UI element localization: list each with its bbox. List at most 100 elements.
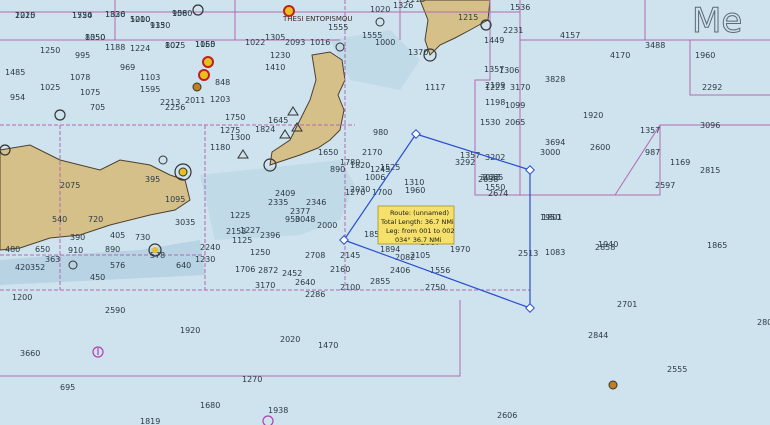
depth-sounding: 1940 [598, 240, 618, 249]
depth-sounding: 848 [215, 78, 230, 87]
depth-sounding: 420 [15, 263, 30, 272]
depth-sounding: 3488 [645, 41, 665, 50]
tooltip-total-length: Total Length: 36.7 NMi [380, 218, 454, 226]
depth-sounding: 1530 [480, 118, 500, 127]
depth-sounding: 1016 [310, 38, 330, 47]
tooltip-route-name: Route: (unnamed) [390, 209, 449, 217]
depth-sounding: 3000 [540, 148, 560, 157]
depth-sounding: 2452 [282, 269, 302, 278]
depth-sounding: 1022 [245, 38, 265, 47]
depth-sounding: 1117 [425, 83, 445, 92]
depth-sounding: 2800 [757, 318, 770, 327]
depth-sounding: 352 [30, 263, 45, 272]
depth-sounding: 1125 [232, 236, 252, 245]
depth-sounding: 1970 [450, 245, 470, 254]
depth-sounding: 1113 [405, 0, 425, 4]
depth-sounding: 1103 [140, 73, 160, 82]
depth-sounding: 2640 [295, 278, 315, 287]
depth-sounding: 3096 [700, 121, 720, 130]
depth-sounding: 2109 [485, 81, 505, 90]
depth-sounding: 2597 [655, 181, 675, 190]
depth-sounding: 1485 [5, 68, 25, 77]
depth-sounding: 1250 [250, 248, 270, 257]
depth-sounding: 5000 [130, 15, 150, 24]
depth-sounding: 1099 [505, 101, 525, 110]
depth-sounding: 2286 [305, 290, 325, 299]
buoy-icon [608, 380, 618, 390]
depth-sounding: 695 [60, 383, 75, 392]
depth-sounding: 1025 [40, 83, 60, 92]
depth-sounding: 1819 [140, 417, 160, 425]
depth-sounding: 1075 [165, 41, 185, 50]
depth-sounding: 405 [110, 231, 125, 240]
depth-sounding: 2093 [285, 38, 305, 47]
depth-sounding: 1470 [318, 341, 338, 350]
depth-sounding: 1169 [670, 158, 690, 167]
tooltip-leg: Leg: from 001 to 002 [386, 227, 455, 235]
depth-sounding: 933 [150, 21, 165, 30]
depth-sounding: 1357 [460, 151, 480, 160]
depth-sounding: 1750 [225, 113, 245, 122]
depth-sounding: 720 [88, 215, 103, 224]
depth-sounding: 1938 [268, 406, 288, 415]
depth-sounding: 3170 [255, 281, 275, 290]
depth-sounding: 2606 [497, 411, 517, 420]
depth-sounding: 1449 [484, 36, 504, 45]
depth-sounding: 1180 [210, 143, 230, 152]
depth-sounding: 1960 [405, 186, 425, 195]
depth-sounding: 1078 [70, 73, 90, 82]
depth-sounding: 2030 [350, 185, 370, 194]
depth-sounding: 1224 [130, 44, 150, 53]
depth-sounding: 1960 [695, 51, 715, 60]
depth-sounding: 3694 [545, 138, 565, 147]
depth-sounding: 1410 [265, 63, 285, 72]
depth-sounding: 3035 [175, 218, 195, 227]
depth-sounding: 3828 [545, 75, 565, 84]
depth-sounding: 2701 [617, 300, 637, 309]
depth-sounding: 1198 [485, 98, 505, 107]
chart-viewport[interactable]: 1015 1554 1336 1210 1150 958 1350 802 1155 1188 99… [0, 0, 770, 425]
light-icon [198, 69, 210, 81]
depth-sounding: 980 [373, 128, 388, 137]
depth-sounding: 576 [110, 261, 125, 270]
depth-sounding: 2815 [700, 166, 720, 175]
depth-sounding: 650 [35, 245, 50, 254]
depth-sounding: 1230 [270, 51, 290, 60]
depth-sounding: 2555 [667, 365, 687, 374]
depth-sounding: 2513 [518, 249, 538, 258]
depth-sounding: 2213 [160, 98, 180, 107]
depth-sounding: 1536 [510, 3, 530, 12]
depth-sounding: 480 [5, 245, 20, 254]
region-label: Me [692, 1, 742, 41]
depth-sounding: 2100 [340, 283, 360, 292]
light-icon [202, 56, 214, 68]
depth-sounding: 1270 [242, 375, 262, 384]
depth-sounding: 1720 [72, 11, 92, 20]
depth-sounding: 2335 [268, 198, 288, 207]
depth-sounding: 1556 [430, 266, 450, 275]
depth-sounding: 2170 [362, 148, 382, 157]
depth-sounding: 1555 [328, 23, 348, 32]
depth-sounding: 2011 [185, 96, 205, 105]
depth-sounding: 1357 [640, 126, 660, 135]
depth-sounding: 4170 [610, 51, 630, 60]
depth-sounding: 730 [135, 233, 150, 242]
depth-sounding: 8050 [85, 33, 105, 42]
depth-sounding: 1200 [12, 293, 32, 302]
depth-sounding: 1188 [105, 43, 125, 52]
depth-sounding: 2065 [505, 118, 525, 127]
light-icon [283, 5, 295, 17]
depth-sounding: 2145 [340, 251, 360, 260]
depth-sounding: 1305 [265, 33, 285, 42]
depth-sounding: 1801 [542, 213, 562, 222]
depth-sounding: 2292 [702, 83, 722, 92]
depth-sounding: 2396 [260, 231, 280, 240]
depth-sounding: 1083 [545, 248, 565, 257]
depth-sounding: 2153 [226, 227, 246, 236]
depth-sounding: 2406 [390, 266, 410, 275]
depth-sounding: 1203 [210, 95, 230, 104]
depth-sounding: 2160 [330, 265, 350, 274]
depth-sounding: 1680 [200, 401, 220, 410]
depth-sounding: 2240 [200, 243, 220, 252]
depth-sounding: 1824 [255, 125, 275, 134]
